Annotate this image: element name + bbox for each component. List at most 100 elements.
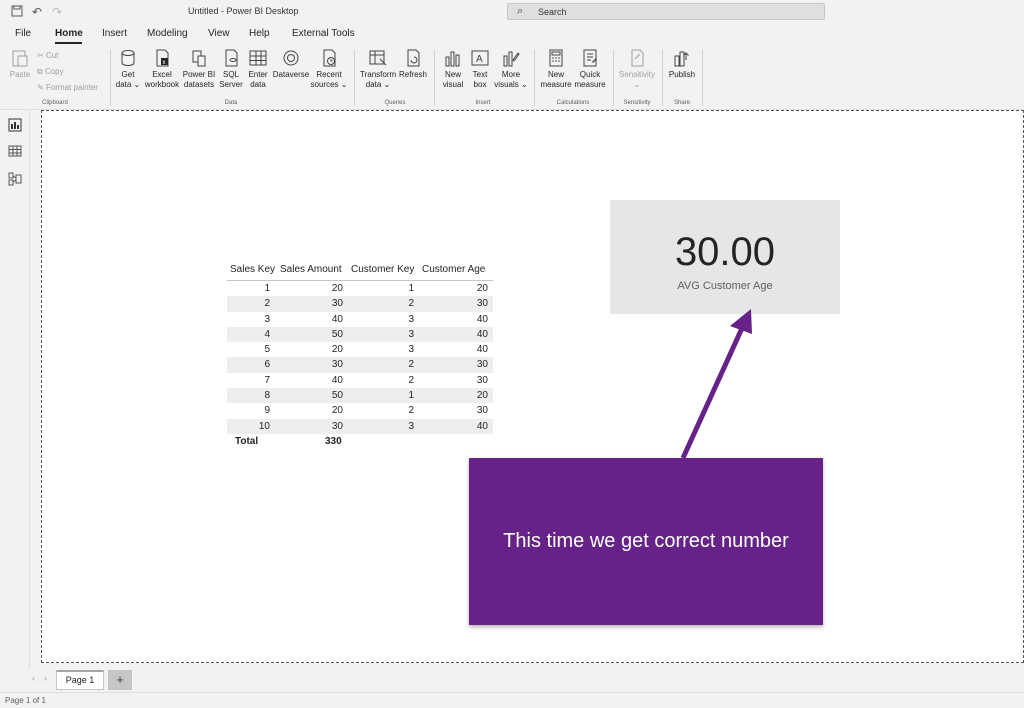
- sensitivity-group-label: Sensitivity: [623, 100, 651, 106]
- sensitivity-icon: [631, 49, 644, 67]
- data-view-icon[interactable]: [8, 144, 22, 158]
- table-row[interactable]: 7 40 2 30: [227, 372, 493, 389]
- card-label: AVG Customer Age: [677, 280, 773, 292]
- new-visual-label-2: visual: [442, 80, 464, 89]
- card-visual[interactable]: 30.00 AVG Customer Age: [610, 200, 840, 314]
- undo-icon[interactable]: ↶: [30, 5, 44, 19]
- quick-measure-button[interactable]: Quick measure: [573, 48, 607, 90]
- table-cell: 20: [331, 405, 343, 417]
- data-group-label: Data: [224, 100, 238, 106]
- more-visuals-button[interactable]: More visuals ⌄: [494, 48, 528, 90]
- table-row[interactable]: 3 40 3 40: [227, 311, 493, 327]
- add-page-button[interactable]: +: [108, 670, 132, 690]
- redo-icon[interactable]: ↷: [50, 5, 64, 19]
- table-cell: 30: [476, 374, 488, 386]
- enter-data-label-1: Enter: [248, 70, 268, 79]
- search-icon: ⌕: [517, 5, 524, 17]
- table-cell: 40: [476, 344, 488, 356]
- table-cell: 1: [408, 390, 414, 402]
- refresh-button[interactable]: Refresh: [398, 48, 428, 80]
- table-cell: 20: [476, 390, 488, 402]
- paste-button[interactable]: Paste: [6, 48, 34, 80]
- powerbi-datasets-button[interactable]: Power BI datasets: [182, 48, 216, 90]
- sql-icon: [225, 49, 238, 67]
- table-cell: 3: [264, 313, 270, 325]
- table-cell: 2: [408, 405, 414, 417]
- table-row[interactable]: 5 20 3 40: [227, 342, 493, 358]
- column-header[interactable]: Customer Age: [422, 264, 485, 275]
- bar-chart-icon: [445, 51, 460, 67]
- transform-icon: [369, 50, 387, 66]
- sensitivity-button[interactable]: Sensitivity ⌄: [616, 48, 658, 90]
- copy-button[interactable]: ⧉ Copy: [37, 67, 64, 77]
- publish-button[interactable]: Publish: [666, 48, 698, 80]
- table-cell: 8: [264, 390, 270, 402]
- new-measure-label-2: measure: [540, 80, 572, 89]
- tab-home[interactable]: Home: [55, 28, 83, 39]
- table-cell: 3: [408, 344, 414, 356]
- calculations-group-label: Calculations: [556, 100, 590, 106]
- column-header[interactable]: Sales Amount: [280, 264, 342, 275]
- annotation-text: This time we get correct number: [503, 530, 789, 552]
- more-visuals-label-2: visuals ⌄: [494, 80, 528, 89]
- table-row[interactable]: 1 20 1 20: [227, 281, 493, 297]
- total-label: Total: [235, 435, 259, 447]
- search-label: Search: [538, 7, 567, 17]
- table-row[interactable]: 10 30 3 40: [227, 418, 493, 434]
- page-tab-bar: ‹ › Page 1 +: [0, 668, 1024, 692]
- model-view-icon[interactable]: [8, 172, 22, 186]
- new-measure-button[interactable]: New measure: [539, 48, 573, 90]
- format-painter-label: Format painter: [45, 83, 98, 92]
- table-row[interactable]: 8 50 1 20: [227, 388, 493, 404]
- table-visual[interactable]: Sales Key Sales Amount Customer Key Cust…: [227, 262, 493, 449]
- table-cell: 30: [331, 359, 343, 371]
- format-painter-button[interactable]: ✎ Format painter: [37, 83, 98, 92]
- table-row[interactable]: 9 20 2 30: [227, 403, 493, 419]
- report-view-icon[interactable]: [8, 118, 22, 132]
- table-row[interactable]: 2 30 2 30: [227, 296, 493, 312]
- prev-page-icon[interactable]: ‹: [32, 673, 35, 683]
- table-cell: 30: [476, 359, 488, 371]
- table-cell: 20: [331, 283, 343, 294]
- new-measure-label-1: New: [547, 70, 564, 79]
- ribbon-separator: [354, 50, 355, 106]
- sql-server-button[interactable]: SQL Server: [218, 48, 244, 90]
- column-header[interactable]: Customer Key: [351, 264, 414, 275]
- tab-modeling[interactable]: Modeling: [147, 28, 188, 39]
- table-cell: 7: [264, 374, 270, 386]
- refresh-icon: [407, 49, 420, 67]
- table-cell: 4: [264, 328, 270, 340]
- new-visual-button[interactable]: New visual: [440, 48, 466, 90]
- transform-data-button[interactable]: Transform data ⌄: [360, 48, 396, 90]
- cut-button[interactable]: ✂ Cut: [37, 51, 58, 60]
- share-group-label: Share: [673, 100, 690, 106]
- publish-label: Publish: [668, 70, 696, 79]
- table-row[interactable]: 4 50 3 40: [227, 326, 493, 343]
- search-input[interactable]: ⌕ Search: [507, 3, 825, 20]
- save-icon[interactable]: [10, 5, 24, 19]
- table-cell: 1: [408, 283, 414, 294]
- get-data-label-1: Get: [121, 70, 135, 79]
- recent-sources-button[interactable]: Recent sources ⌄: [310, 48, 348, 90]
- more-visuals-label-1: More: [501, 70, 521, 79]
- table-cell: 20: [476, 283, 488, 294]
- tab-file[interactable]: File: [15, 28, 31, 39]
- column-header[interactable]: Sales Key: [230, 264, 275, 275]
- table-row[interactable]: 6 30 2 30: [227, 357, 493, 373]
- enter-data-button[interactable]: Enter data: [246, 48, 270, 90]
- database-icon: [121, 50, 135, 66]
- table-cell: 40: [476, 420, 488, 432]
- next-page-icon[interactable]: ›: [44, 673, 47, 683]
- page-tab[interactable]: Page 1: [56, 670, 104, 690]
- recent-label-1: Recent: [316, 70, 342, 79]
- tab-view[interactable]: View: [208, 28, 230, 39]
- svg-text:x: x: [163, 60, 166, 66]
- dataverse-button[interactable]: Dataverse: [272, 48, 310, 80]
- tab-external-tools[interactable]: External Tools: [292, 28, 355, 39]
- tab-insert[interactable]: Insert: [102, 28, 127, 39]
- tab-help[interactable]: Help: [249, 28, 270, 39]
- text-box-button[interactable]: A Text box: [468, 48, 492, 90]
- table-icon: [249, 50, 267, 66]
- get-data-button[interactable]: Get data ⌄: [114, 48, 142, 90]
- excel-workbook-button[interactable]: x Excel workbook: [142, 48, 182, 90]
